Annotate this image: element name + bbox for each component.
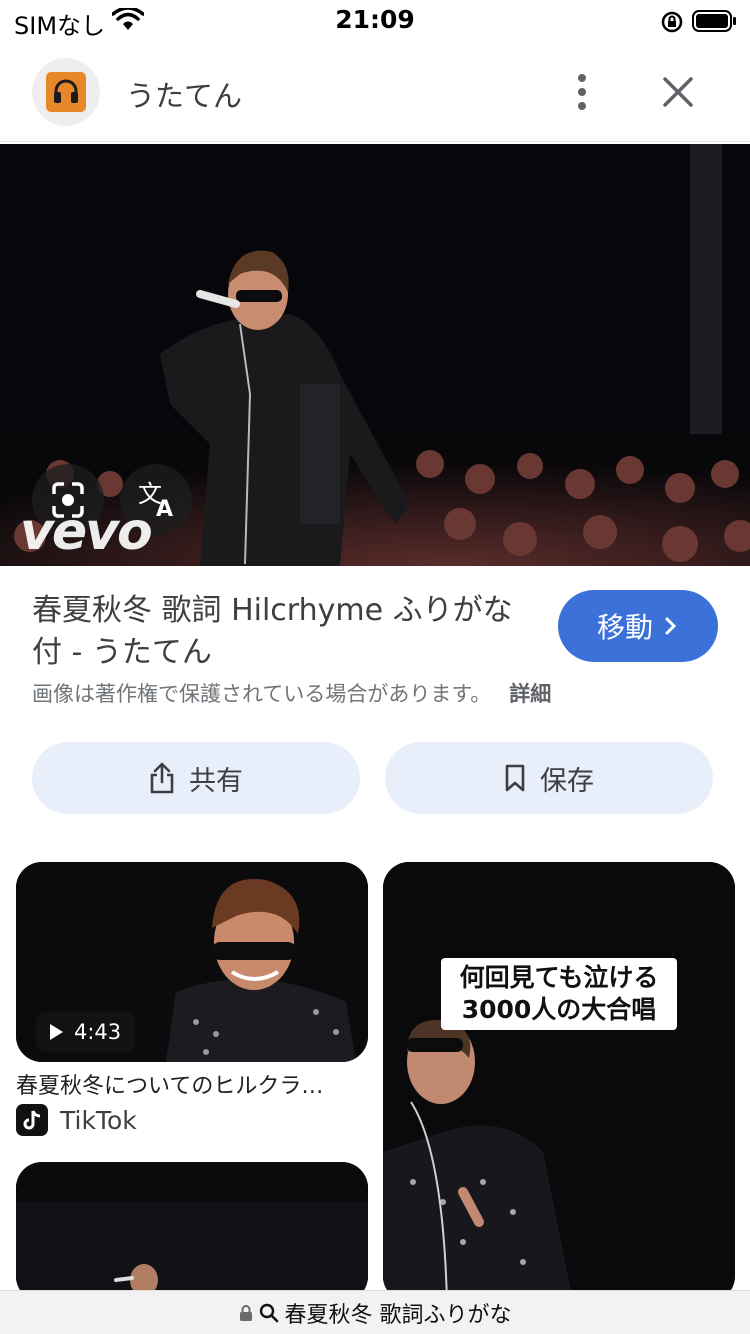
- related-card-image[interactable]: 何回見ても泣ける 3000人の大合唱: [383, 862, 735, 1302]
- close-icon[interactable]: [656, 70, 700, 114]
- share-button[interactable]: 共有: [32, 742, 360, 814]
- vevo-watermark: vevo: [20, 502, 153, 562]
- battery-icon: [692, 10, 736, 32]
- related-card-title[interactable]: 春夏秋冬についてのヒルクラ…: [16, 1068, 368, 1100]
- copyright-text: 画像は著作権で保護されている場合があります。: [32, 682, 492, 706]
- visit-button[interactable]: 移動: [558, 590, 718, 662]
- source-header: うたてん: [0, 46, 750, 142]
- partial-thumbnail: [16, 1162, 368, 1302]
- duration-badge: 4:43: [36, 1012, 136, 1052]
- bookmark-icon: [505, 764, 525, 792]
- hero-image[interactable]: 文 A vevo: [0, 144, 750, 566]
- thumbnail-caption: 何回見ても泣ける 3000人の大合唱: [441, 958, 677, 1030]
- related-card-source[interactable]: TikTok: [16, 1104, 137, 1136]
- orientation-lock-icon: [661, 11, 683, 33]
- related-card-video[interactable]: 4:43: [16, 862, 368, 1062]
- copyright-notice: 画像は著作権で保護されている場合があります。 詳細: [32, 678, 551, 708]
- app-title: うたてん: [126, 79, 243, 113]
- source-name: TikTok: [60, 1105, 137, 1135]
- more-options-icon[interactable]: [566, 70, 598, 114]
- save-button[interactable]: 保存: [385, 742, 713, 814]
- save-label: 保存: [540, 765, 594, 797]
- share-label: 共有: [189, 765, 243, 797]
- app-avatar[interactable]: [32, 58, 100, 126]
- image-thumbnail: [383, 862, 735, 1302]
- url-query: 春夏秋冬 歌詞ふりがな: [284, 1302, 512, 1328]
- result-title[interactable]: 春夏秋冬 歌詞 Hilcrhyme ふりがな付 - うたてん: [32, 590, 532, 674]
- headphones-icon: [54, 79, 78, 103]
- duration-text: 4:43: [74, 1020, 122, 1044]
- search-icon: [259, 1303, 278, 1322]
- visit-label: 移動: [596, 611, 653, 644]
- page: SIMなし 21:09 うたてん 文 A vevo 春夏秋冬 歌詞 Hilcrh…: [0, 0, 750, 1334]
- share-icon: [150, 762, 174, 794]
- svg-text:A: A: [156, 497, 173, 522]
- status-bar: SIMなし 21:09: [0, 0, 750, 44]
- details-link[interactable]: 詳細: [509, 682, 551, 706]
- chevron-right-icon: [665, 617, 677, 635]
- play-icon: [50, 1024, 63, 1040]
- lock-icon: [239, 1304, 252, 1321]
- related-card-partial[interactable]: [16, 1162, 368, 1302]
- url-bar[interactable]: 春夏秋冬 歌詞ふりがな: [0, 1290, 750, 1334]
- status-time: 21:09: [335, 5, 415, 34]
- tiktok-icon: [16, 1104, 48, 1136]
